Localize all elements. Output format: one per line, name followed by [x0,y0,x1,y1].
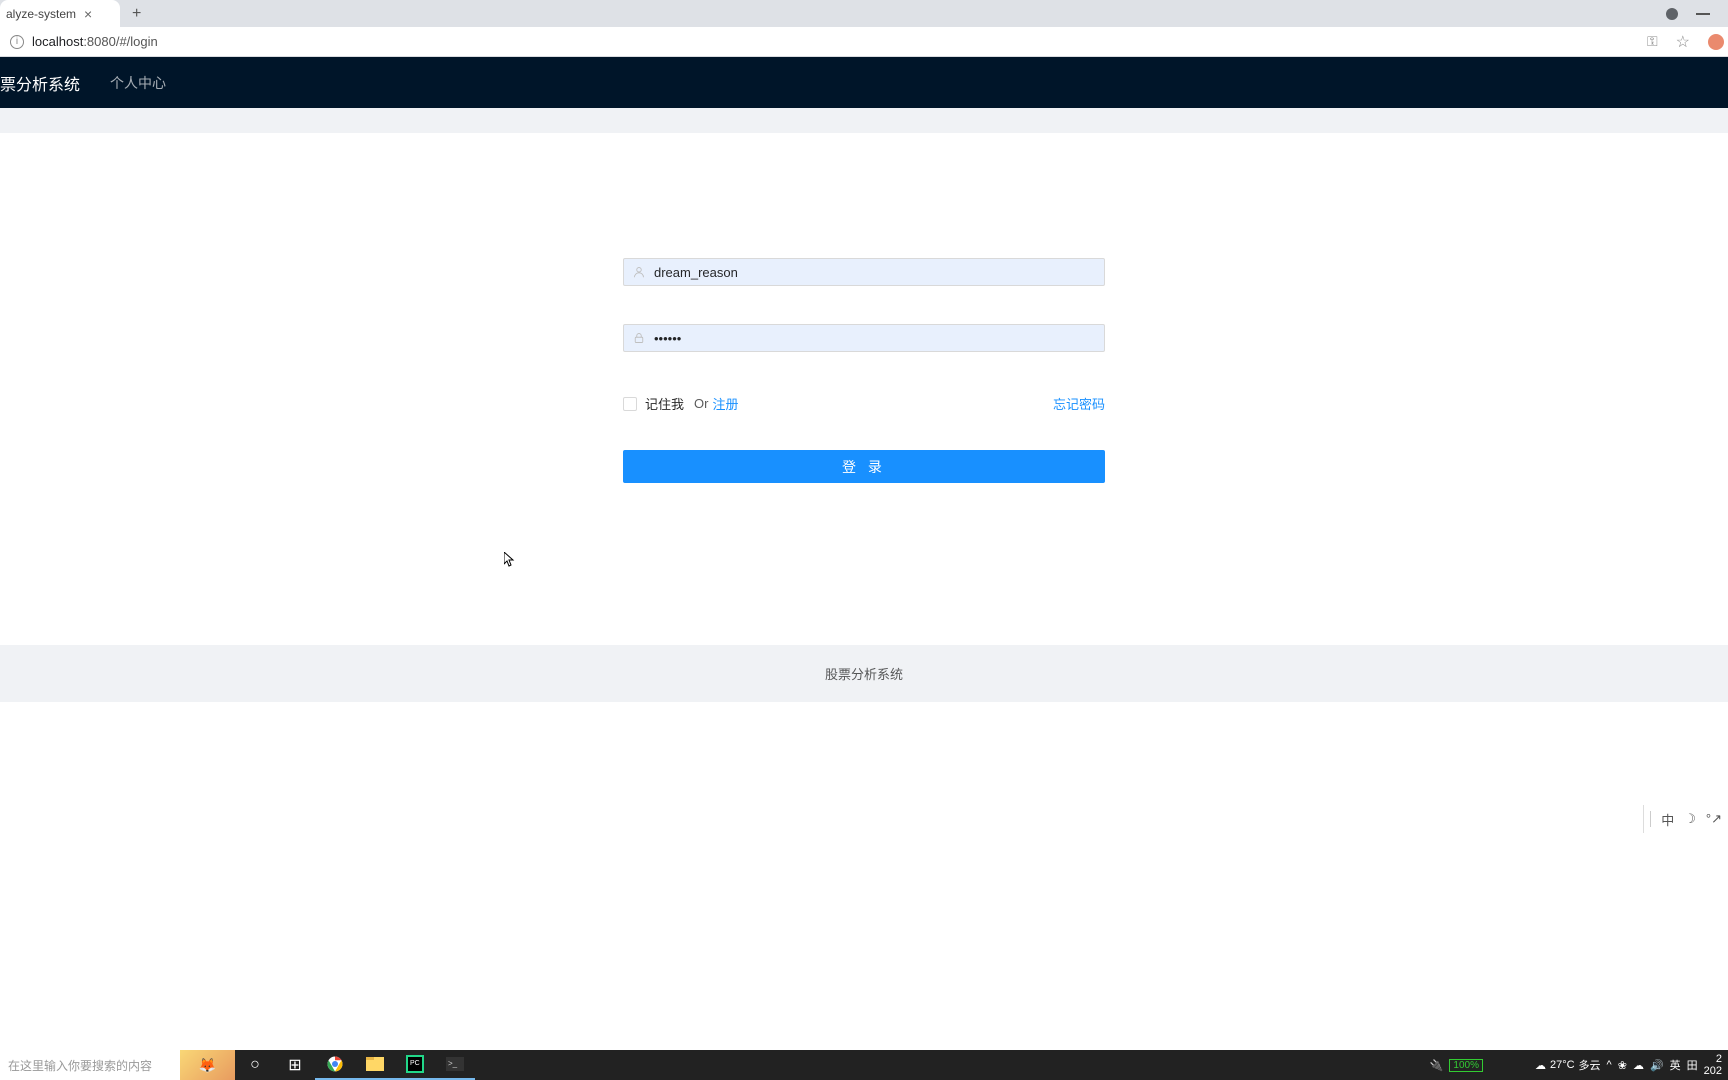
terminal-icon[interactable]: >_ [435,1050,475,1080]
nav-personal-center[interactable]: 个人中心 [110,73,166,93]
address-bar: i localhost:8080/#/login ⚿ ☆ [0,27,1728,57]
tab-title: alyze-system [6,7,76,21]
username-field-wrap [623,258,1105,286]
ime-lang[interactable]: 中 [1661,810,1674,829]
tray-icon[interactable]: ❀ [1618,1059,1627,1072]
taskbar-time[interactable]: 2 [1704,1053,1722,1065]
remember-label: 记住我 [645,394,684,413]
minimize-icon[interactable] [1696,13,1710,15]
taskbar-search[interactable]: 在这里输入你要搜索的内容 [0,1050,180,1080]
ime-bar: 中 ☽ °↗ [1643,805,1728,833]
tray-icon[interactable]: ☁ [1633,1059,1644,1072]
footer: 股票分析系统 [0,645,1728,702]
plug-icon: 🔌 [1430,1059,1444,1072]
explorer-icon[interactable] [355,1050,395,1080]
password-input[interactable] [623,324,1105,352]
taskbar-date[interactable]: 202 [1704,1065,1722,1077]
close-icon[interactable]: × [84,6,92,22]
user-icon [633,266,645,278]
password-field-wrap [623,324,1105,352]
or-label: Or [694,396,708,411]
bookmark-star-icon[interactable]: ☆ [1676,32,1690,52]
cortana-icon[interactable]: ○ [235,1050,275,1080]
site-info-icon[interactable]: i [10,35,24,49]
weather-icon: ☁ [1535,1059,1546,1072]
pycharm-icon[interactable]: PC [395,1050,435,1080]
new-tab-button[interactable]: + [124,5,149,23]
task-view-icon[interactable]: ⊞ [275,1050,315,1080]
sub-header [0,108,1728,133]
remember-checkbox[interactable] [623,397,637,411]
ime-mode-icon[interactable]: ☽ [1684,811,1696,827]
login-options-row: 记住我 Or 注册 忘记密码 [623,394,1105,413]
chevron-up-icon[interactable]: ^ [1607,1059,1612,1071]
volume-icon[interactable]: 🔊 [1650,1059,1664,1072]
user-avatar-icon[interactable] [1708,34,1724,50]
password-key-icon[interactable]: ⚿ [1647,33,1658,50]
taskbar-illustration-icon[interactable]: 🦊 [180,1050,235,1080]
browser-tab[interactable]: alyze-system × [0,0,120,27]
taskbar: 在这里输入你要搜索的内容 🦊 ○ ⊞ PC >_ 🔌 100% ☁ 27°C 多… [0,1050,1728,1080]
login-button[interactable]: 登 录 [623,450,1105,483]
chrome-icon[interactable] [315,1050,355,1080]
battery-indicator[interactable]: 100% [1449,1059,1483,1072]
footer-text: 股票分析系统 [825,664,903,683]
svg-text:>_: >_ [448,1059,458,1068]
ime-indicator[interactable]: 英 [1670,1057,1681,1073]
url-display[interactable]: localhost:8080/#/login [32,34,158,49]
profile-icon[interactable] [1666,8,1678,20]
register-link[interactable]: 注册 [712,394,738,413]
browser-tabs: alyze-system × + [0,0,1728,27]
login-form: 记住我 Or 注册 忘记密码 登 录 [623,258,1105,483]
weather-widget[interactable]: ☁ 27°C 多云 [1535,1057,1601,1073]
lock-icon [633,332,645,344]
login-content: 记住我 Or 注册 忘记密码 登 录 [0,133,1728,645]
main-nav: 票分析系统 个人中心 [0,57,1728,108]
forgot-password-link[interactable]: 忘记密码 [1053,394,1105,413]
username-input[interactable] [623,258,1105,286]
brand-title: 票分析系统 [0,71,80,95]
keyboard-layout-icon[interactable]: 田 [1687,1057,1698,1073]
svg-text:PC: PC [410,1060,420,1067]
ime-arrow[interactable]: °↗ [1706,811,1722,827]
